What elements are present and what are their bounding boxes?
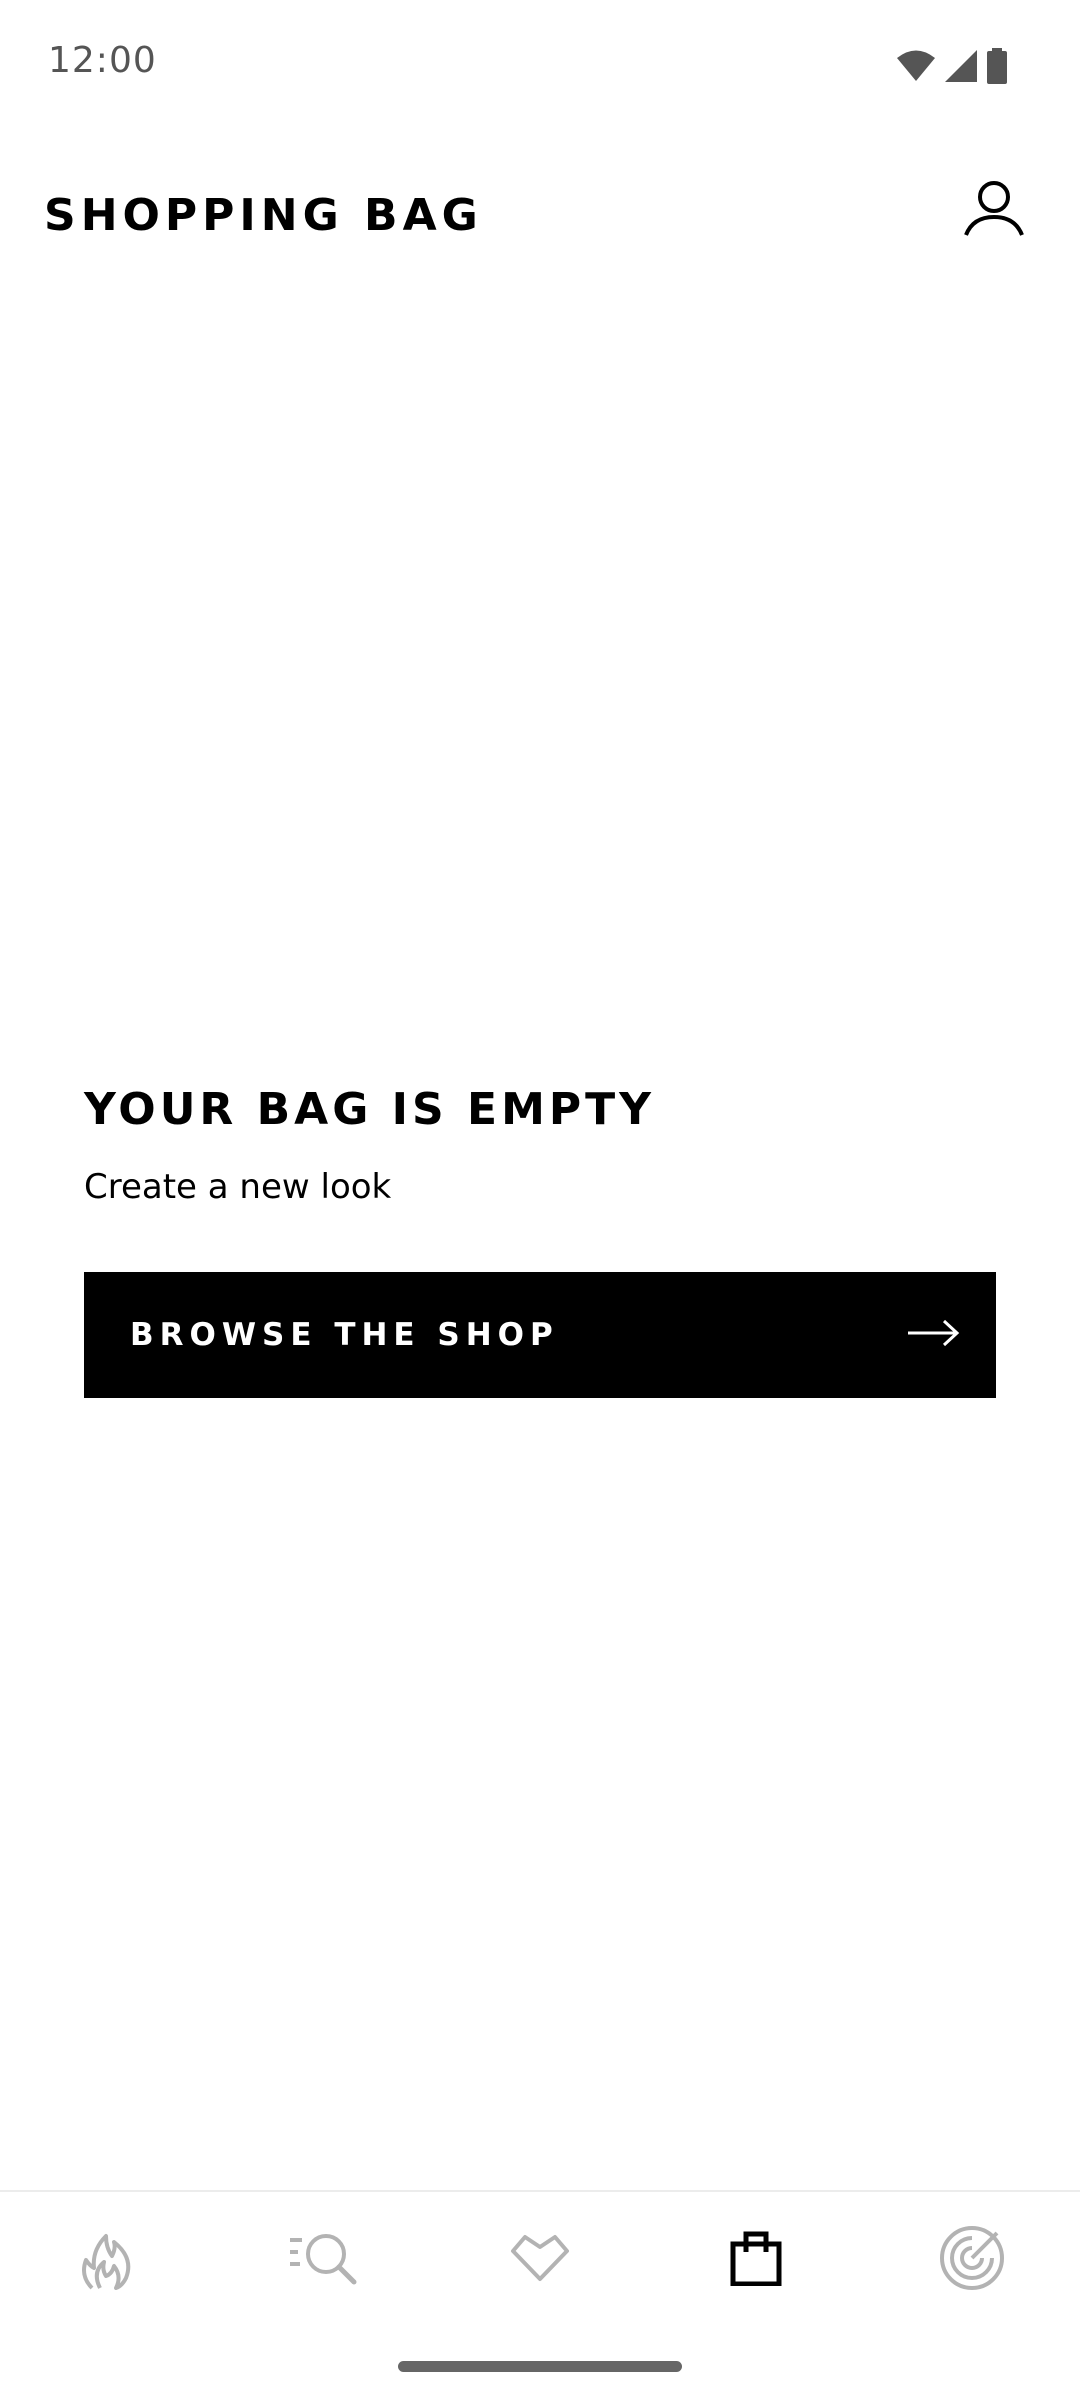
page-title: SHOPPING BAG <box>44 190 483 241</box>
arrow-right-icon <box>906 1318 960 1353</box>
nav-item-bag[interactable] <box>696 2210 816 2310</box>
battery-icon <box>986 48 1008 84</box>
bag-icon <box>730 2230 782 2291</box>
nav-item-radar[interactable] <box>912 2210 1032 2310</box>
browse-shop-button[interactable]: BROWSE THE SHOP <box>84 1272 996 1398</box>
status-time: 12:00 <box>48 40 157 81</box>
cell-signal-icon <box>944 49 978 83</box>
empty-bag-subtitle: Create a new look <box>84 1167 392 1207</box>
nav-item-search[interactable] <box>264 2210 384 2310</box>
status-bar: 12:00 <box>0 0 1080 130</box>
shopping-bag-screen: 12:00 SHOPPING BAG YOUR BAG IS EMPTY Cre… <box>0 0 1080 2400</box>
empty-bag-title: YOUR BAG IS EMPTY <box>84 1084 655 1135</box>
account-button[interactable] <box>958 174 1030 246</box>
header: SHOPPING BAG <box>0 160 1080 270</box>
bottom-navigation <box>0 2190 1080 2340</box>
radar-icon <box>939 2225 1005 2296</box>
flame-icon <box>78 2226 138 2295</box>
wifi-icon <box>896 49 936 83</box>
nav-item-trending[interactable] <box>48 2210 168 2310</box>
gesture-bar[interactable] <box>398 2361 682 2372</box>
browse-shop-label: BROWSE THE SHOP <box>130 1317 559 1353</box>
person-icon <box>963 179 1025 242</box>
nav-item-wishlist[interactable] <box>480 2210 600 2310</box>
heart-icon <box>509 2233 571 2288</box>
empty-bag-section: YOUR BAG IS EMPTY Create a new look BROW… <box>84 1080 996 1398</box>
status-icons <box>896 46 1008 86</box>
search-icon <box>288 2230 360 2291</box>
